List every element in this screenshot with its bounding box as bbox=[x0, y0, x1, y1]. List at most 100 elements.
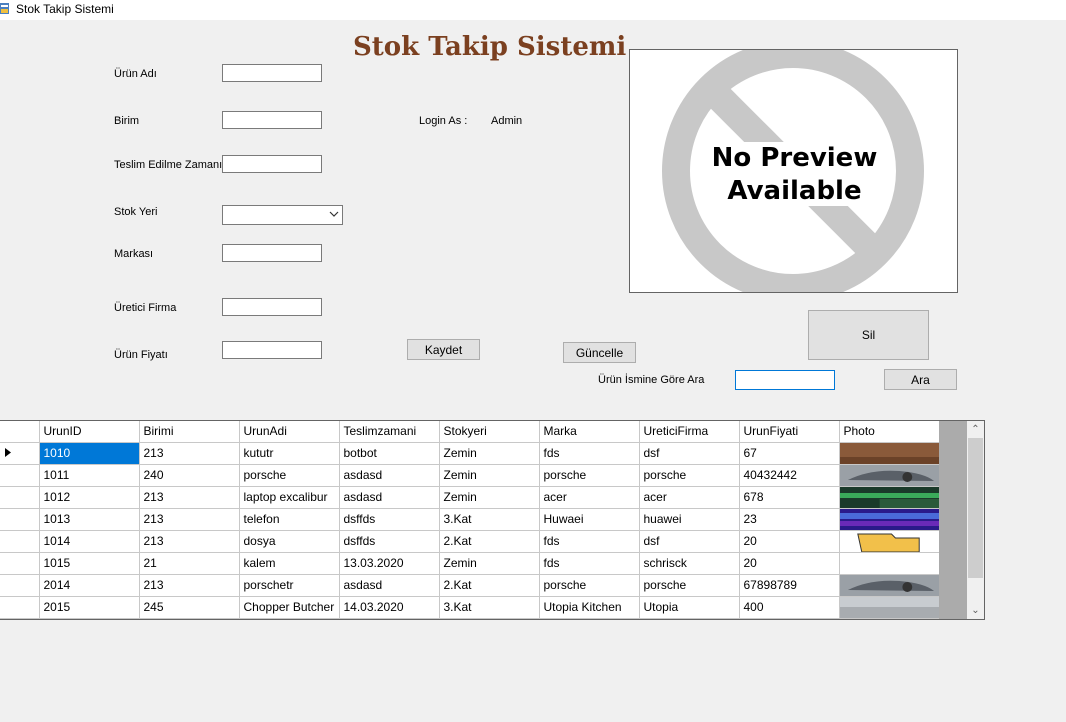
table-cell[interactable]: 3.Kat bbox=[439, 508, 540, 531]
table-cell[interactable]: huawei bbox=[639, 508, 740, 531]
table-cell[interactable]: 40432442 bbox=[739, 464, 840, 487]
table-cell[interactable]: fds bbox=[539, 530, 640, 553]
table-cell[interactable]: porschetr bbox=[239, 574, 340, 597]
table-cell[interactable]: Utopia Kitchen bbox=[539, 596, 640, 619]
table-cell[interactable]: dsffds bbox=[339, 530, 440, 553]
table-cell[interactable]: 213 bbox=[139, 442, 240, 465]
table-cell[interactable]: 2014 bbox=[39, 574, 140, 597]
column-header[interactable]: Stokyeri bbox=[439, 421, 540, 443]
row-header[interactable] bbox=[0, 464, 40, 487]
table-cell[interactable]: asdasd bbox=[339, 574, 440, 597]
table-cell[interactable]: 1014 bbox=[39, 530, 140, 553]
ara-button[interactable]: Ara bbox=[884, 369, 957, 390]
table-cell[interactable]: 240 bbox=[139, 464, 240, 487]
table-cell[interactable]: fds bbox=[539, 552, 640, 575]
column-header[interactable]: UrunFiyati bbox=[739, 421, 840, 443]
vertical-scrollbar[interactable]: ⌃ ⌄ bbox=[967, 421, 984, 619]
birim-input[interactable] bbox=[222, 111, 322, 129]
table-cell[interactable]: porsche bbox=[639, 574, 740, 597]
table-cell[interactable]: 2.Kat bbox=[439, 574, 540, 597]
table-cell[interactable]: 213 bbox=[139, 486, 240, 509]
uretici-input[interactable] bbox=[222, 298, 322, 316]
urun-adi-input[interactable] bbox=[222, 64, 322, 82]
guncelle-button[interactable]: Güncelle bbox=[563, 342, 636, 363]
row-header[interactable] bbox=[0, 574, 40, 597]
row-header[interactable] bbox=[0, 442, 40, 465]
table-cell[interactable]: 14.03.2020 bbox=[339, 596, 440, 619]
table-cell[interactable]: 678 bbox=[739, 486, 840, 509]
table-row[interactable]: 1011 240 porsche asdasd Zemin porsche porsche 4… bbox=[0, 464, 940, 487]
photo-cell[interactable] bbox=[839, 530, 940, 553]
table-cell[interactable]: Zemin bbox=[439, 486, 540, 509]
fiyat-input[interactable] bbox=[222, 341, 322, 359]
photo-cell[interactable] bbox=[839, 596, 940, 619]
table-cell[interactable]: 213 bbox=[139, 508, 240, 531]
table-cell[interactable]: porsche bbox=[539, 464, 640, 487]
table-cell[interactable]: botbot bbox=[339, 442, 440, 465]
table-cell[interactable]: laptop excalibur bbox=[239, 486, 340, 509]
table-cell[interactable]: 245 bbox=[139, 596, 240, 619]
table-cell[interactable]: Zemin bbox=[439, 442, 540, 465]
products-grid[interactable]: UrunID Birimi UrunAdi Teslimzamani Stoky… bbox=[0, 420, 985, 620]
row-header[interactable] bbox=[0, 508, 40, 531]
table-cell[interactable]: Zemin bbox=[439, 552, 540, 575]
kaydet-button[interactable]: Kaydet bbox=[407, 339, 480, 360]
column-header[interactable]: Birimi bbox=[139, 421, 240, 443]
table-cell[interactable]: Utopia bbox=[639, 596, 740, 619]
table-cell[interactable]: porsche bbox=[239, 464, 340, 487]
scroll-up-icon[interactable]: ⌃ bbox=[967, 421, 984, 438]
table-cell[interactable]: fds bbox=[539, 442, 640, 465]
table-cell[interactable]: acer bbox=[539, 486, 640, 509]
scrollbar-thumb[interactable] bbox=[968, 438, 983, 578]
stok-yeri-select[interactable] bbox=[222, 205, 343, 225]
table-cell[interactable]: 20 bbox=[739, 552, 840, 575]
table-cell[interactable]: Chopper Butcher bbox=[239, 596, 340, 619]
table-cell[interactable]: 400 bbox=[739, 596, 840, 619]
table-row[interactable]: 2014 213 porschetr asdasd 2.Kat porsche porsch… bbox=[0, 574, 940, 597]
table-cell[interactable]: 1013 bbox=[39, 508, 140, 531]
photo-cell[interactable] bbox=[839, 464, 940, 487]
table-cell[interactable]: telefon bbox=[239, 508, 340, 531]
table-cell[interactable]: Huwaei bbox=[539, 508, 640, 531]
table-cell[interactable]: 1010 bbox=[39, 442, 140, 465]
table-cell[interactable]: 23 bbox=[739, 508, 840, 531]
row-header[interactable] bbox=[0, 486, 40, 509]
column-header[interactable]: UreticiFirma bbox=[639, 421, 740, 443]
table-cell[interactable]: 67898789 bbox=[739, 574, 840, 597]
table-cell[interactable]: acer bbox=[639, 486, 740, 509]
search-input[interactable] bbox=[735, 370, 835, 390]
table-cell[interactable]: Zemin bbox=[439, 464, 540, 487]
table-cell[interactable]: 20 bbox=[739, 530, 840, 553]
row-header[interactable] bbox=[0, 530, 40, 553]
table-cell[interactable]: 2015 bbox=[39, 596, 140, 619]
table-cell[interactable]: porsche bbox=[539, 574, 640, 597]
photo-cell[interactable] bbox=[839, 574, 940, 597]
table-cell[interactable]: 1012 bbox=[39, 486, 140, 509]
table-row[interactable]: 2015 245 Chopper Butcher 14.03.2020 3.Kat Uto… bbox=[0, 596, 940, 619]
table-cell[interactable]: 213 bbox=[139, 574, 240, 597]
table-cell[interactable]: dsf bbox=[639, 530, 740, 553]
column-header[interactable]: UrunAdi bbox=[239, 421, 340, 443]
table-cell[interactable]: dsf bbox=[639, 442, 740, 465]
table-cell[interactable]: 213 bbox=[139, 530, 240, 553]
row-header[interactable] bbox=[0, 596, 40, 619]
table-row[interactable]: 1015 21 kalem 13.03.2020 Zemin fds schrisck 20 bbox=[0, 552, 940, 575]
table-row[interactable]: 1012 213 laptop excalibur asdasd Zemin acer ac… bbox=[0, 486, 940, 509]
column-header[interactable]: UrunID bbox=[39, 421, 140, 443]
photo-cell[interactable] bbox=[839, 442, 940, 465]
table-cell[interactable]: 3.Kat bbox=[439, 596, 540, 619]
column-header[interactable]: Marka bbox=[539, 421, 640, 443]
table-cell[interactable]: asdasd bbox=[339, 464, 440, 487]
table-row[interactable]: 1014 213 dosya dsffds 2.Kat fds dsf 20 bbox=[0, 530, 940, 553]
table-row[interactable]: 1010 213 kututr botbot Zemin fds dsf 67 bbox=[0, 442, 940, 465]
photo-cell[interactable] bbox=[839, 508, 940, 531]
table-cell[interactable]: kalem bbox=[239, 552, 340, 575]
teslim-input[interactable] bbox=[222, 155, 322, 173]
table-cell[interactable]: 1015 bbox=[39, 552, 140, 575]
table-cell[interactable]: asdasd bbox=[339, 486, 440, 509]
table-cell[interactable]: 67 bbox=[739, 442, 840, 465]
sil-button[interactable]: Sil bbox=[808, 310, 929, 360]
column-header[interactable]: Teslimzamani bbox=[339, 421, 440, 443]
table-cell[interactable]: 1011 bbox=[39, 464, 140, 487]
table-cell[interactable]: 2.Kat bbox=[439, 530, 540, 553]
